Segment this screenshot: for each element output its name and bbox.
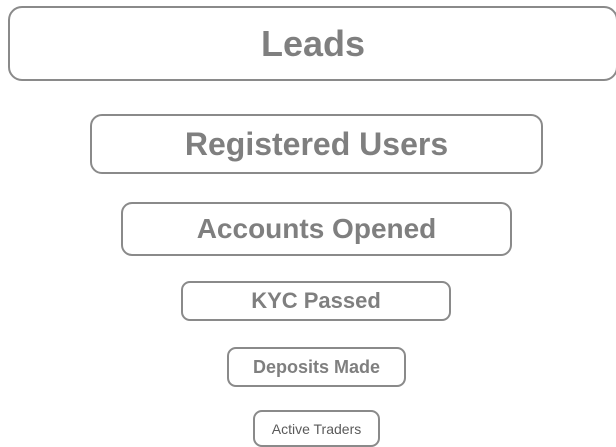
funnel-stage-label: Deposits Made <box>252 356 381 377</box>
funnel-stage-accounts-opened: Accounts Opened <box>121 202 512 256</box>
funnel-stage-label: Registered Users <box>184 125 449 162</box>
funnel-stage-registered-users: Registered Users <box>90 114 543 174</box>
funnel-stage-leads: Leads <box>8 6 616 81</box>
funnel-stage-label: KYC Passed <box>251 288 381 313</box>
funnel-stage-deposits-made: Deposits Made <box>227 347 406 387</box>
funnel-stage-active-traders: Active Traders <box>253 410 380 447</box>
funnel-stage-kyc-passed: KYC Passed <box>181 281 451 321</box>
funnel-stage-label: Leads <box>260 22 366 64</box>
funnel-stage-label: Accounts Opened <box>196 213 437 244</box>
funnel-stage-label: Active Traders <box>271 420 362 437</box>
